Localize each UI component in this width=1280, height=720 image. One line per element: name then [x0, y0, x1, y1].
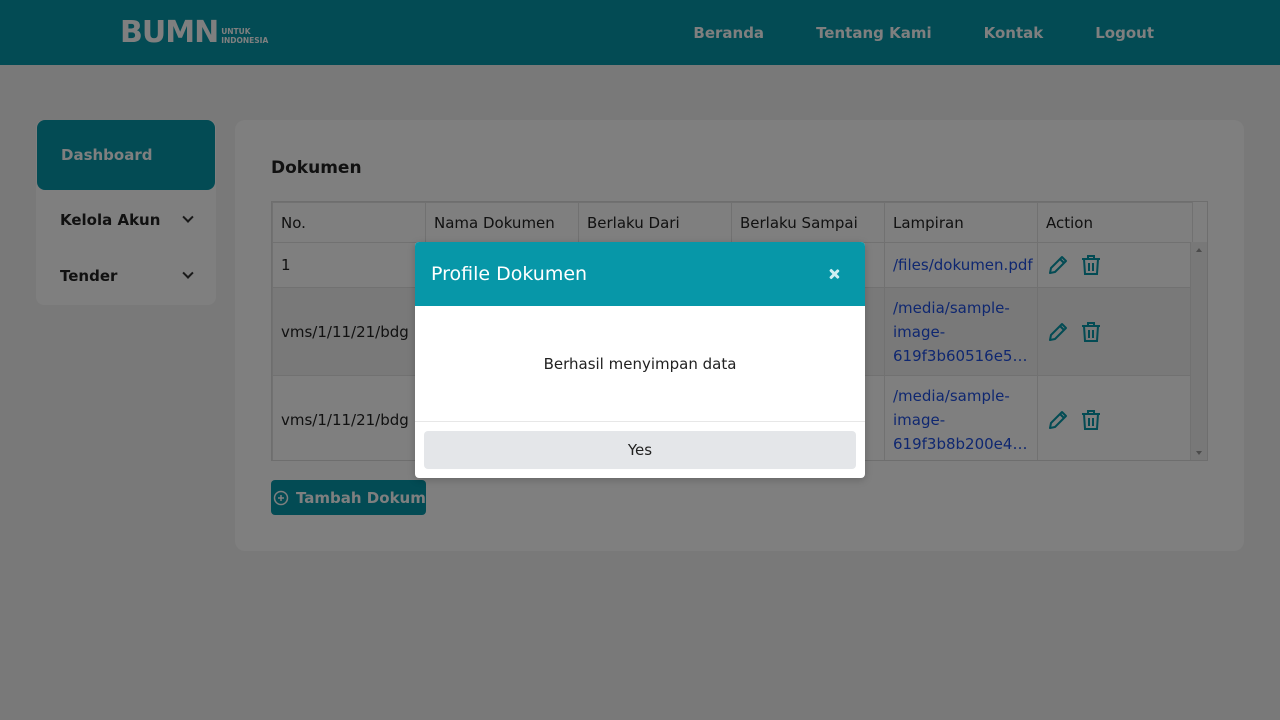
close-icon[interactable]: [825, 265, 843, 283]
yes-button[interactable]: Yes: [424, 431, 856, 469]
modal-title: Profile Dokumen: [431, 263, 588, 285]
modal-message: Berhasil menyimpan data: [543, 354, 737, 373]
modal-header: Profile Dokumen: [415, 242, 865, 306]
modal-body: Berhasil menyimpan data: [415, 306, 865, 422]
profile-document-modal: Profile Dokumen Berhasil menyimpan data …: [415, 242, 865, 478]
